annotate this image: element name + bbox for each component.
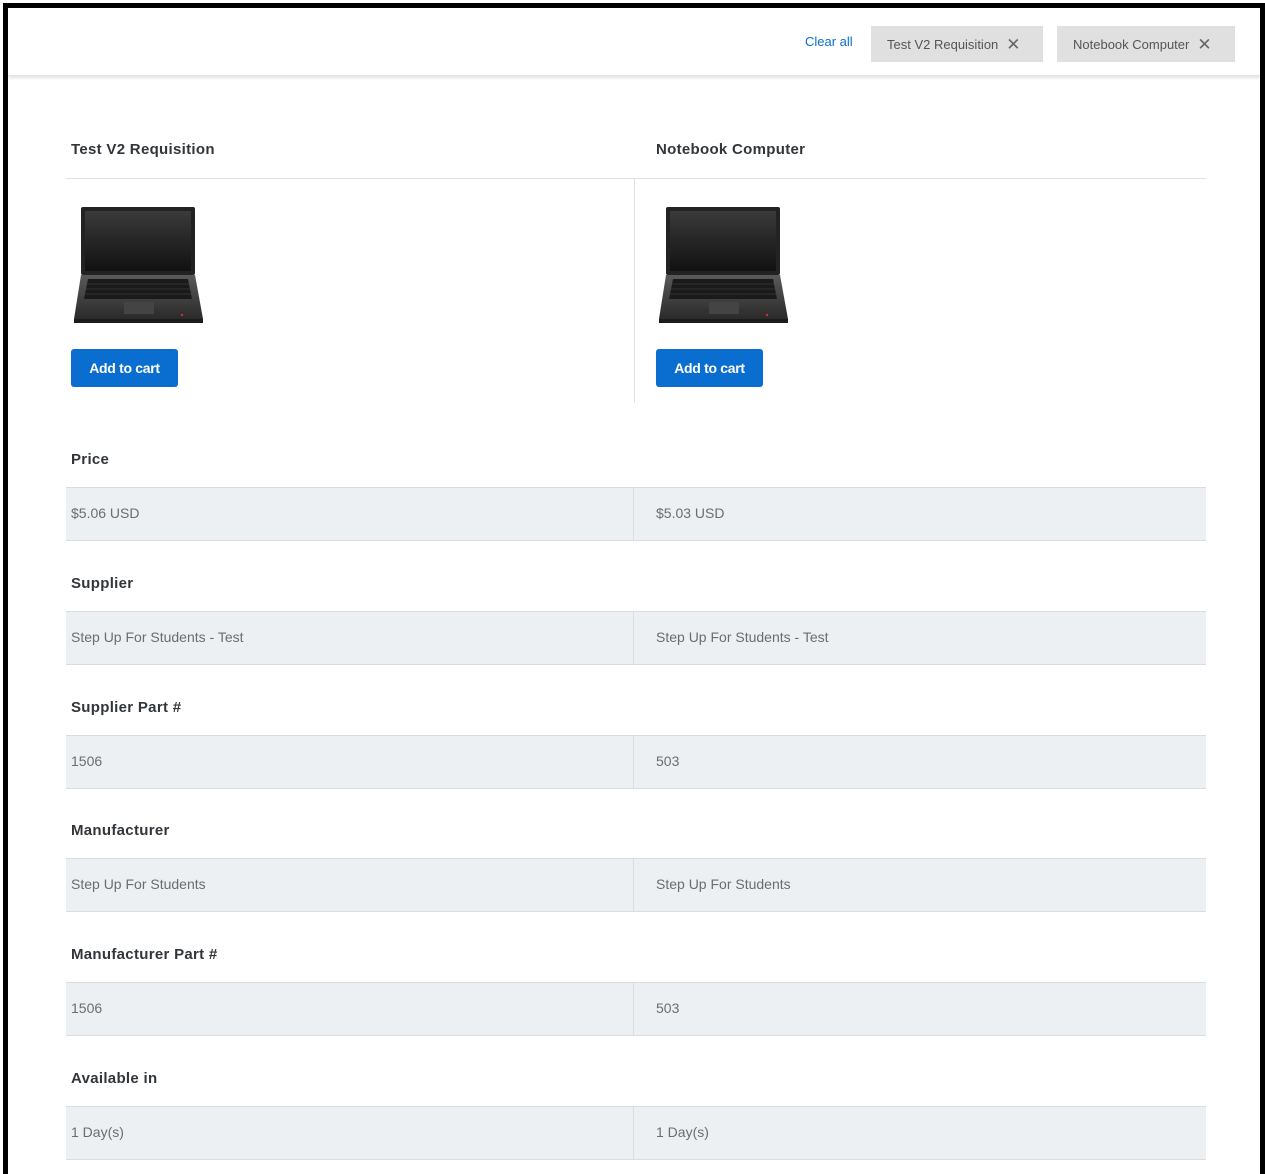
table-row: Step Up For Students Step Up For Student…: [66, 858, 1206, 912]
compare-chip-test-v2-requisition[interactable]: Test V2 Requisition ✕: [871, 26, 1043, 62]
cell-value: 1506: [71, 1000, 103, 1016]
column-divider: [633, 488, 634, 540]
product-image[interactable]: [659, 203, 789, 325]
column-divider: [633, 1107, 634, 1159]
close-icon[interactable]: ✕: [1006, 36, 1020, 53]
cell-value: 503: [656, 753, 680, 769]
clear-all-link[interactable]: Clear all: [805, 34, 853, 49]
table-row: 1506 503: [66, 735, 1206, 789]
cell-value: Step Up For Students: [656, 876, 791, 892]
column-divider: [633, 612, 634, 664]
divider: [66, 178, 1206, 179]
comparison-toolbar: Clear all Test V2 Requisition ✕ Notebook…: [8, 8, 1260, 76]
product-title: Notebook Computer: [656, 141, 806, 158]
section-label-manufacturer-part: Manufacturer Part #: [71, 946, 218, 963]
add-to-cart-button[interactable]: Add to cart: [656, 349, 763, 387]
table-row: 1506 503: [66, 982, 1206, 1036]
section-label-available-in: Available in: [71, 1070, 158, 1087]
product-image[interactable]: [74, 203, 204, 325]
column-divider: [633, 983, 634, 1035]
table-row: $5.06 USD $5.03 USD: [66, 487, 1206, 541]
section-label-manufacturer: Manufacturer: [71, 822, 170, 839]
product-title: Test V2 Requisition: [71, 141, 215, 158]
cell-value: $5.03 USD: [656, 505, 725, 521]
cell-value: Step Up For Students - Test: [656, 629, 829, 645]
add-to-cart-button[interactable]: Add to cart: [71, 349, 178, 387]
comparison-panel: Clear all Test V2 Requisition ✕ Notebook…: [3, 3, 1265, 1174]
close-icon[interactable]: ✕: [1197, 36, 1211, 53]
chip-label: Notebook Computer: [1073, 36, 1190, 52]
cell-value: 1 Day(s): [71, 1124, 124, 1140]
table-row: Step Up For Students - Test Step Up For …: [66, 611, 1206, 665]
compare-chip-notebook-computer[interactable]: Notebook Computer ✕: [1057, 26, 1235, 62]
column-divider: [634, 179, 635, 403]
cell-value: 1 Day(s): [656, 1124, 709, 1140]
section-label-supplier-part: Supplier Part #: [71, 699, 182, 716]
cell-value: Step Up For Students - Test: [71, 629, 244, 645]
table-row: 1 Day(s) 1 Day(s): [66, 1106, 1206, 1160]
cell-value: $5.06 USD: [71, 505, 140, 521]
cell-value: 1506: [71, 753, 103, 769]
cell-value: Step Up For Students: [71, 876, 206, 892]
chip-label: Test V2 Requisition: [887, 36, 999, 52]
cell-value: 503: [656, 1000, 680, 1016]
section-label-price: Price: [71, 451, 110, 468]
column-divider: [633, 859, 634, 911]
column-divider: [633, 736, 634, 788]
section-label-supplier: Supplier: [71, 575, 134, 592]
